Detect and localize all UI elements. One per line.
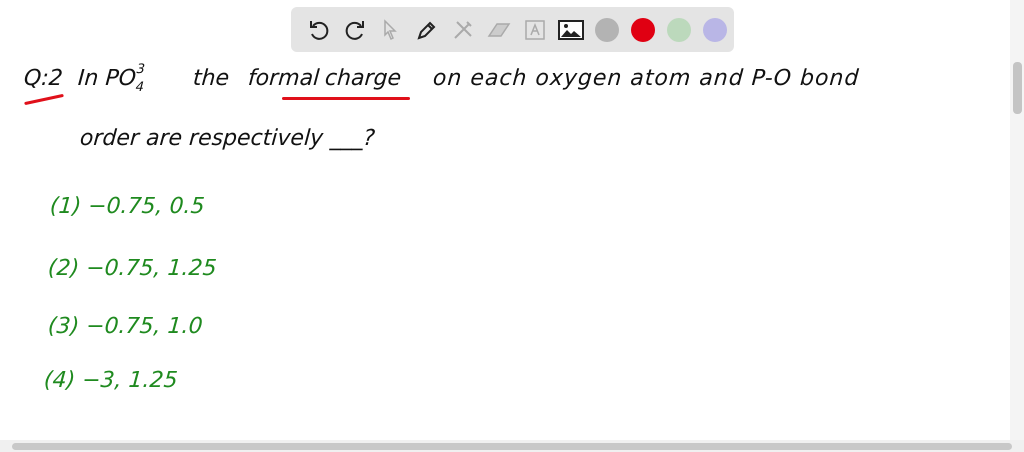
word-charge: charge [324,66,402,91]
question-text-b: the [192,66,230,91]
color-red[interactable] [625,12,661,48]
underline-mark [24,93,64,106]
image-icon[interactable] [553,12,589,48]
horizontal-scroll-thumb[interactable] [12,443,1012,450]
question-number: Q:2 [23,66,64,91]
tools-icon[interactable] [445,12,481,48]
word-formal: formal [247,66,321,91]
vertical-scroll-thumb[interactable] [1013,62,1022,114]
pen-icon[interactable] [409,12,445,48]
redo-icon[interactable] [337,12,373,48]
select-icon[interactable] [373,12,409,48]
color-green[interactable] [661,12,697,48]
question-text-line2: order are respectively ___? [79,126,376,151]
color-gray[interactable] [589,12,625,48]
text-icon[interactable] [517,12,553,48]
vertical-scrollbar[interactable] [1010,0,1024,440]
undo-icon[interactable] [301,12,337,48]
question-text-c: on each oxygen atom and P-O bond [432,66,861,91]
question-text-a: In PO34 [77,62,146,95]
underline-mark [282,97,410,100]
option-4: (4) −3, 1.25 [43,368,179,393]
option-3: (3) −0.75, 1.0 [47,314,204,339]
option-1: (1) −0.75, 0.5 [49,194,206,219]
eraser-icon[interactable] [481,12,517,48]
drawing-toolbar [291,7,734,52]
horizontal-scrollbar[interactable] [0,440,1024,452]
option-2: (2) −0.75, 1.25 [47,256,218,281]
color-purple[interactable] [697,12,733,48]
